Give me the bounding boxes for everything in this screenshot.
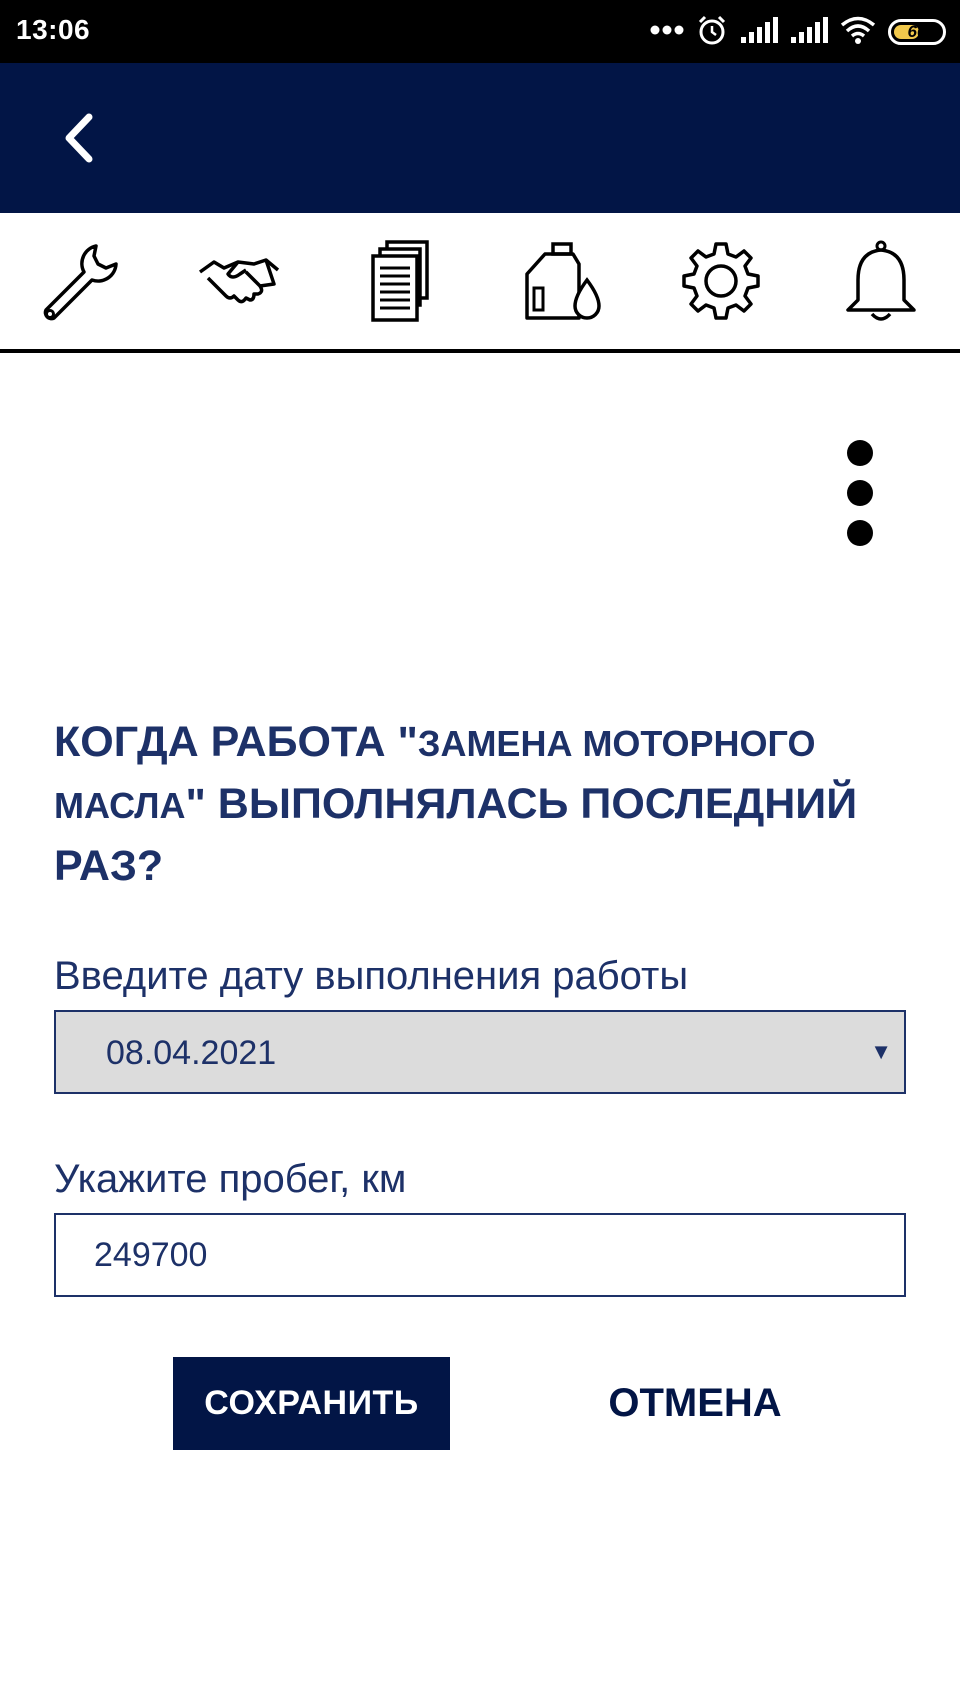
battery-level: 60 bbox=[907, 22, 927, 41]
cancel-button[interactable]: ОТМЕНА bbox=[585, 1357, 805, 1450]
tool-notifications[interactable] bbox=[836, 236, 926, 326]
status-time: 13:06 bbox=[16, 14, 91, 45]
more-notifications-icon bbox=[650, 23, 684, 41]
date-select[interactable]: 08.04.2021 ▼ bbox=[54, 1010, 906, 1094]
signal-icon bbox=[790, 16, 828, 48]
tool-documents[interactable] bbox=[355, 236, 445, 326]
mileage-field-label: Укажите пробег, км bbox=[54, 1157, 407, 1201]
question-heading: КОГДА РАБОТА "ЗАМЕНА МОТОРНОГО МАСЛА" ВЫ… bbox=[54, 712, 924, 896]
more-dot bbox=[847, 440, 873, 466]
save-button[interactable]: СОХРАНИТЬ bbox=[173, 1357, 450, 1450]
more-dot bbox=[847, 480, 873, 506]
wifi-icon bbox=[840, 16, 876, 49]
app-bar bbox=[0, 63, 960, 213]
status-icons: 60 bbox=[650, 12, 946, 52]
tool-handshake[interactable] bbox=[194, 236, 284, 326]
back-arrow-icon bbox=[65, 113, 93, 163]
wrench-icon bbox=[43, 244, 118, 321]
tool-wrench[interactable] bbox=[34, 236, 124, 326]
category-toolbar bbox=[0, 213, 960, 353]
date-value: 08.04.2021 bbox=[106, 1034, 277, 1072]
dropdown-arrow-icon: ▼ bbox=[870, 1039, 892, 1064]
gear-icon bbox=[681, 242, 760, 320]
status-bar: 13:06 60 bbox=[0, 0, 960, 63]
signal-icon bbox=[740, 16, 778, 48]
date-field-label: Введите дату выполнения работы bbox=[54, 954, 689, 998]
more-dot bbox=[847, 520, 873, 546]
more-vertical-icon[interactable] bbox=[835, 440, 885, 546]
back-button[interactable] bbox=[44, 103, 114, 173]
tool-settings[interactable] bbox=[676, 236, 766, 326]
mileage-input[interactable] bbox=[54, 1213, 906, 1297]
battery-icon: 60 bbox=[888, 19, 946, 45]
question-part-1: КОГДА РАБОТА " bbox=[54, 718, 418, 766]
oil-canister-icon bbox=[525, 242, 601, 320]
bell-icon bbox=[846, 240, 916, 321]
alarm-icon bbox=[696, 14, 728, 51]
handshake-icon bbox=[199, 258, 280, 304]
documents-icon bbox=[371, 240, 429, 322]
tool-oil[interactable] bbox=[515, 236, 605, 326]
